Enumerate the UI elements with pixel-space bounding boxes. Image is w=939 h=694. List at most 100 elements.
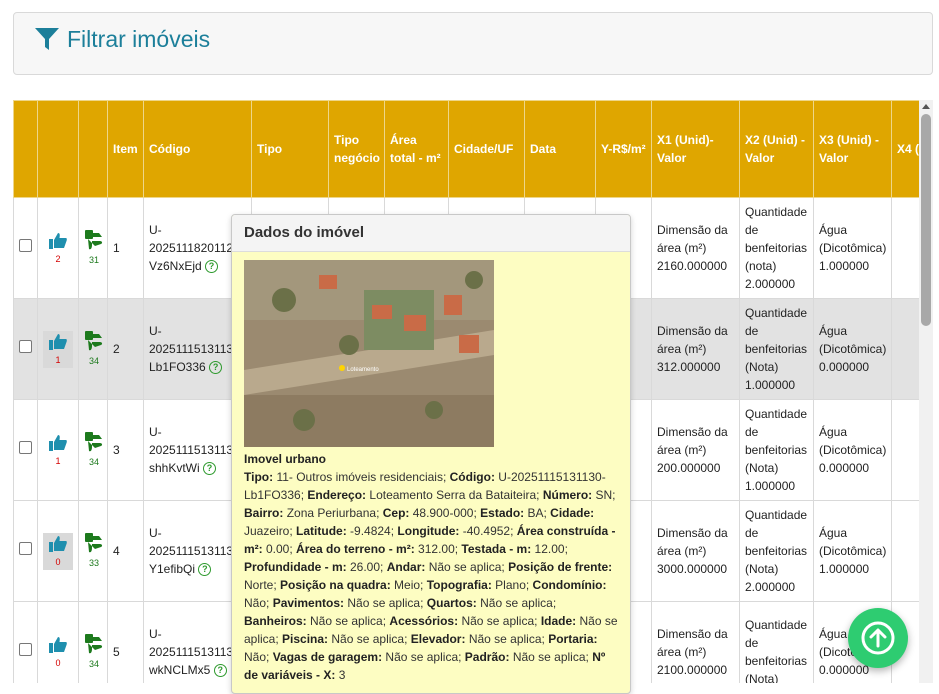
thumbs-down-icon bbox=[85, 432, 103, 452]
like-count: 2 bbox=[55, 253, 61, 264]
field-label: Área do terreno - m²: bbox=[296, 542, 419, 556]
field-label: Pavimentos: bbox=[272, 596, 348, 610]
field-label: Piscina: bbox=[282, 632, 332, 646]
field-label: Banheiros: bbox=[244, 614, 311, 628]
question-circle-icon[interactable]: ? bbox=[198, 563, 212, 577]
like-cell: 1 bbox=[37, 298, 79, 400]
question-circle-icon[interactable]: ? bbox=[213, 664, 227, 678]
field-label: Número: bbox=[542, 488, 596, 502]
field-value: 3 bbox=[338, 668, 346, 682]
field-value: Loteamento Serra da Bataiteira; bbox=[369, 488, 543, 502]
dislike-button[interactable]: 34 bbox=[79, 632, 109, 672]
row-checkbox[interactable] bbox=[19, 643, 32, 656]
thumbs-down-icon bbox=[85, 230, 103, 250]
thumbs-up-icon bbox=[49, 636, 67, 653]
item-cell: 2 bbox=[107, 298, 144, 400]
x1-cell: Dimensão da área (m²) 2100.000000 bbox=[651, 601, 740, 683]
thumbs-up-icon bbox=[49, 333, 67, 350]
like-count: 0 bbox=[55, 657, 61, 668]
row-checkbox[interactable] bbox=[19, 340, 32, 353]
field-value: Não se aplica; bbox=[385, 650, 465, 664]
header-dislike bbox=[78, 100, 108, 198]
field-value: -9.4824; bbox=[350, 524, 398, 538]
dislike-count: 34 bbox=[88, 659, 99, 669]
header-x4[interactable]: X4 (Unid) - Valor bbox=[891, 100, 919, 198]
row-checkbox[interactable] bbox=[19, 542, 32, 555]
vertical-scrollbar[interactable] bbox=[919, 100, 933, 683]
item-cell: 1 bbox=[107, 197, 144, 299]
header-x1[interactable]: X1 (Unid)-Valor bbox=[651, 100, 740, 198]
satellite-image: Loteamento bbox=[244, 260, 494, 447]
dislike-cell: 34 bbox=[78, 601, 109, 683]
dislike-button[interactable]: 31 bbox=[79, 228, 109, 268]
field-label: Testada - m: bbox=[461, 542, 535, 556]
dislike-button[interactable]: 34 bbox=[79, 430, 109, 470]
field-value: Não se aplica; bbox=[310, 614, 390, 628]
thumbs-up-icon bbox=[49, 535, 67, 552]
field-label: Cep: bbox=[382, 506, 413, 520]
question-circle-icon[interactable]: ? bbox=[205, 260, 219, 274]
like-cell: 0 bbox=[37, 601, 79, 683]
field-value: Não se aplica; bbox=[347, 596, 427, 610]
property-fields: Tipo: 11- Outros imóveis residenciais; C… bbox=[244, 468, 618, 684]
field-value: -40.4952; bbox=[462, 524, 517, 538]
dislike-cell: 33 bbox=[78, 500, 109, 602]
scrollbar-thumb[interactable] bbox=[921, 114, 931, 326]
row-checkbox[interactable] bbox=[19, 239, 32, 252]
thumbs-down-icon bbox=[85, 331, 103, 351]
field-label: Bairro: bbox=[244, 506, 287, 520]
scroll-up-arrow-icon[interactable] bbox=[922, 104, 930, 109]
header-data[interactable]: Data bbox=[524, 100, 596, 198]
x2-cell: Quantidade de benfeitorias (nota) 2.0000… bbox=[739, 197, 814, 299]
field-value: Não se aplica; bbox=[331, 632, 411, 646]
like-button[interactable]: 1 bbox=[43, 432, 73, 469]
question-circle-icon[interactable]: ? bbox=[203, 462, 217, 476]
dislike-count: 31 bbox=[88, 255, 99, 265]
question-circle-icon[interactable]: ? bbox=[209, 361, 223, 375]
field-value: 26.00; bbox=[350, 560, 387, 574]
row-checkbox[interactable] bbox=[19, 441, 32, 454]
header-tipo[interactable]: Tipo bbox=[251, 100, 329, 198]
header-like bbox=[37, 100, 79, 198]
field-label: Cidade: bbox=[550, 506, 595, 520]
like-button[interactable]: 1 bbox=[43, 330, 73, 368]
x1-cell: Dimensão da área (m²) 2160.000000 bbox=[651, 197, 740, 299]
row-checkbox-cell bbox=[13, 601, 38, 683]
field-value: Não se aplica; bbox=[468, 632, 549, 646]
header-item[interactable]: Item bbox=[107, 100, 144, 198]
dislike-button[interactable]: 34 bbox=[79, 329, 109, 369]
back-to-top-button[interactable] bbox=[848, 608, 908, 668]
header-cidade-uf[interactable]: Cidade/UF bbox=[448, 100, 525, 198]
x4-cell bbox=[891, 197, 919, 299]
field-label: Padrão: bbox=[464, 650, 513, 664]
header-tipo-negocio[interactable]: Tipo negócio bbox=[328, 100, 385, 198]
row-checkbox-cell bbox=[13, 298, 38, 400]
field-label: Portaria: bbox=[548, 632, 598, 646]
header-y[interactable]: Y-R$/m² bbox=[595, 100, 652, 198]
field-label: Latitude: bbox=[296, 524, 351, 538]
field-label: Tipo: bbox=[244, 470, 277, 484]
row-checkbox-cell bbox=[13, 500, 38, 602]
table-header-row: Item Código Tipo Tipo negócio Área total… bbox=[13, 100, 919, 198]
like-button[interactable]: 0 bbox=[43, 634, 73, 671]
item-cell: 4 bbox=[107, 500, 144, 602]
field-value: Norte; bbox=[244, 578, 281, 592]
header-area-total[interactable]: Área total - m² bbox=[384, 100, 449, 198]
header-x3[interactable]: X3 (Unid) - Valor bbox=[813, 100, 892, 198]
filter-title[interactable]: Filtrar imóveis bbox=[67, 26, 210, 53]
like-button[interactable]: 2 bbox=[43, 230, 73, 267]
field-label: Posição na quadra: bbox=[280, 578, 395, 592]
header-codigo[interactable]: Código bbox=[143, 100, 252, 198]
x3-cell: Água (Dicotômica) 0.000000 bbox=[813, 399, 892, 501]
field-label: Topografia: bbox=[426, 578, 496, 592]
dislike-button[interactable]: 33 bbox=[79, 531, 109, 571]
dislike-count: 34 bbox=[88, 356, 99, 366]
filter-panel[interactable]: Filtrar imóveis bbox=[13, 12, 933, 75]
like-cell: 2 bbox=[37, 197, 79, 299]
x4-cell bbox=[891, 500, 919, 602]
field-value: Não; bbox=[244, 650, 273, 664]
x1-cell: Dimensão da área (m²) 312.000000 bbox=[651, 298, 740, 400]
like-button[interactable]: 0 bbox=[43, 532, 73, 570]
header-x2[interactable]: X2 (Unid) - Valor bbox=[739, 100, 814, 198]
field-label: Condomínio: bbox=[532, 578, 607, 592]
